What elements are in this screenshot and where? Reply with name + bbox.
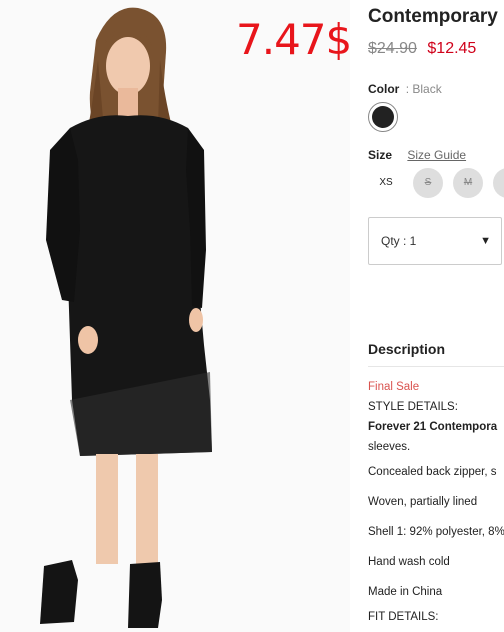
size-option-xs[interactable]: XS [371,168,401,198]
model-wearing-dress-illustration [40,7,212,628]
color-label: Color [368,82,400,96]
sleeves-text: sleeves. [368,441,411,453]
size-option-s[interactable]: S [413,168,443,198]
care-text: Hand wash cold [368,556,450,568]
final-sale-label: Final Sale [368,381,420,393]
color-value: : Black [405,82,442,96]
lining-text: Woven, partially lined [368,496,478,508]
size-option-l[interactable]: L [493,168,504,198]
style-details-heading: STYLE DETAILS: [368,401,458,413]
chevron-down-icon: ▼ [480,235,491,247]
quantity-value: Qty : 1 [381,234,417,248]
color-row: Color : Black [368,82,442,96]
product-details-panel: Contemporary $24.90 $12.45 Color : Black… [350,0,504,632]
original-price: $24.90 [368,40,417,57]
fit-details-heading: FIT DETAILS: [368,611,439,623]
product-image[interactable] [0,0,350,632]
size-label: Size [368,148,393,162]
description-divider [368,366,504,367]
size-row: Size Size Guide [368,148,466,162]
price-row: $24.90 $12.45 [368,40,476,58]
color-swatch-black[interactable] [368,102,398,132]
swatch-fill [372,106,394,128]
quantity-select[interactable]: Qty : 1 ▼ [368,217,502,265]
overlay-price-tag: 7.47$ [236,15,352,64]
origin-text: Made in China [368,586,443,598]
size-option-m[interactable]: M [453,168,483,198]
description-heading: Description [368,341,446,357]
product-title: Contemporary [368,6,498,27]
size-guide-link[interactable]: Size Guide [407,148,466,162]
shell-text: Shell 1: 92% polyester, 8% [368,526,504,538]
sale-price: $12.45 [427,40,477,57]
zipper-text: Concealed back zipper, s [368,466,497,478]
style-details-text: Forever 21 Contempora [368,421,498,433]
